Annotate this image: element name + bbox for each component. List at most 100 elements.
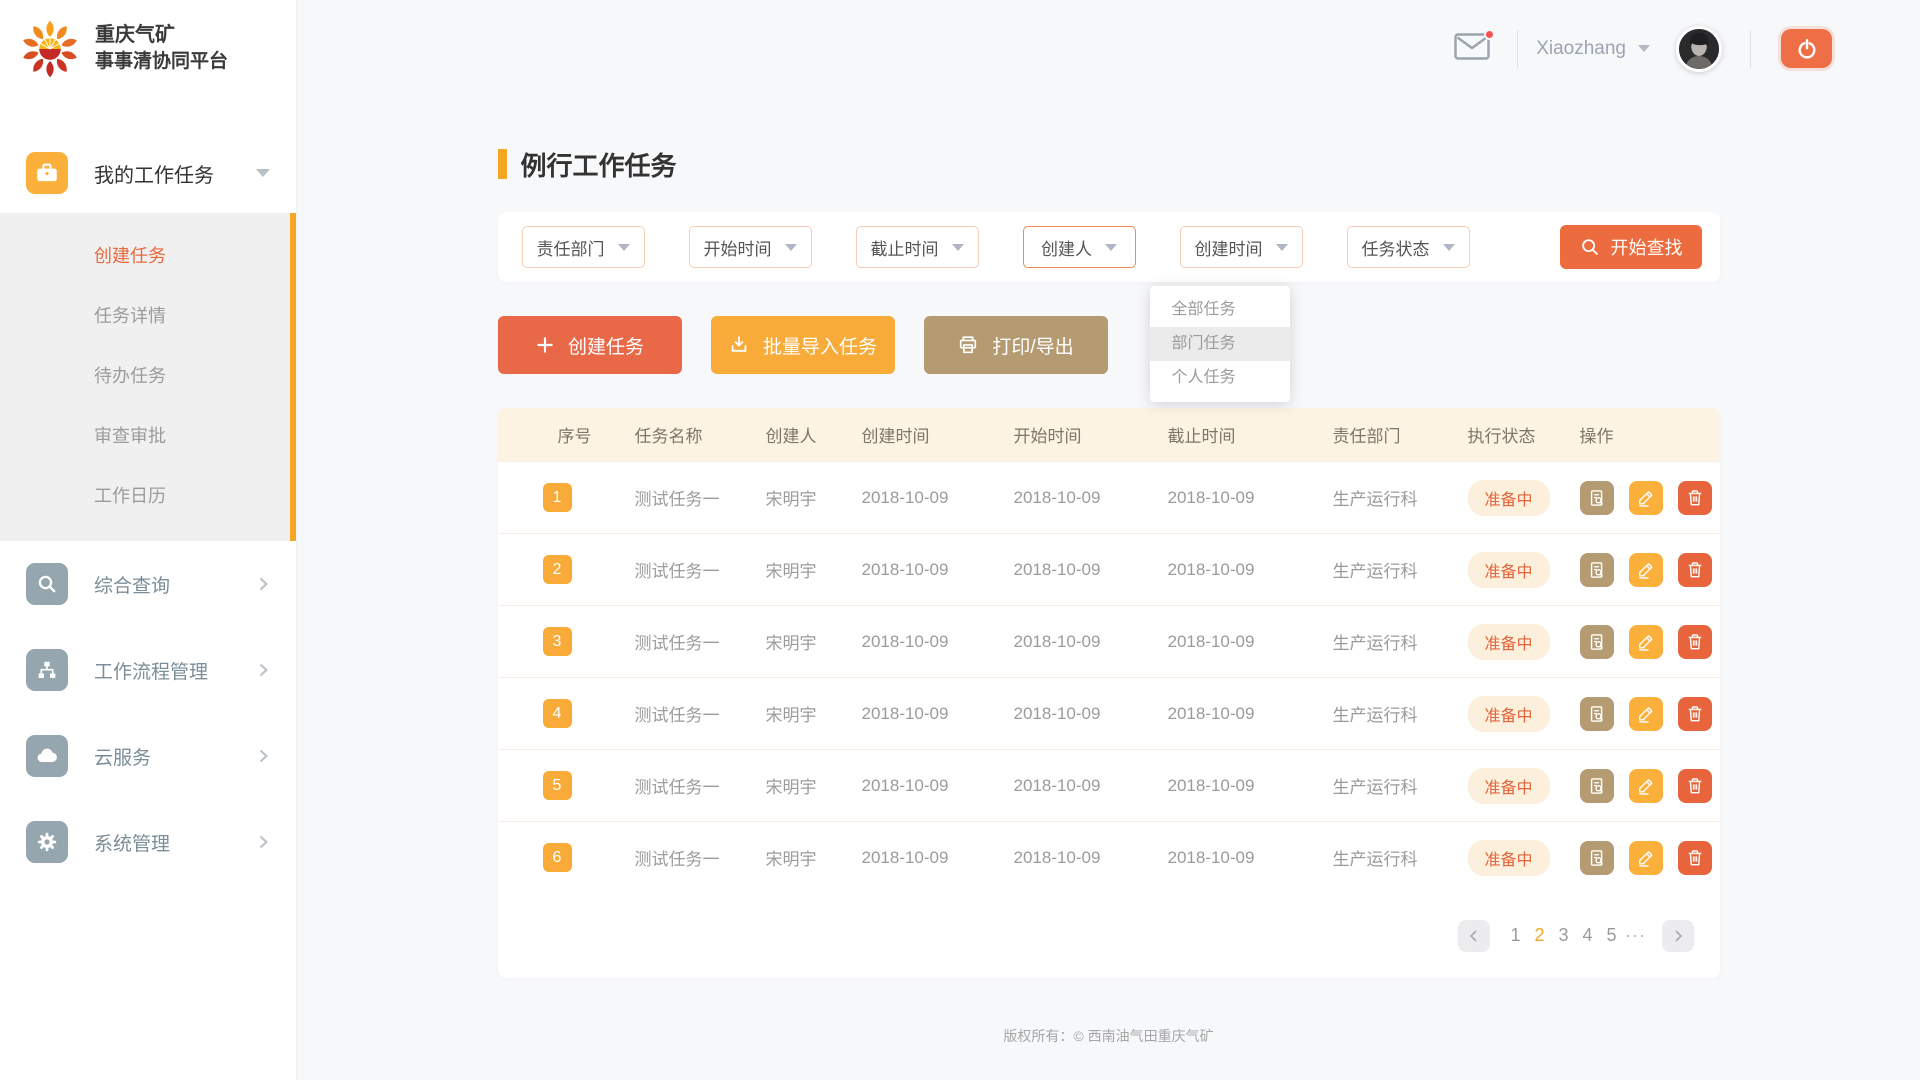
table-row: 6 测试任务一 宋明宇 2018-10-09 2018-10-09 2018-1… [498,821,1720,893]
title-accent-bar [498,149,507,179]
task-created-time: 2018-10-09 [862,560,1014,580]
create-task-button[interactable]: 创建任务 [498,316,682,374]
trash-icon [1685,848,1705,868]
logout-button[interactable] [1781,29,1832,68]
task-end-time: 2018-10-09 [1168,488,1333,508]
topbar-divider [1517,30,1518,68]
chevron-down-icon [785,244,797,251]
delete-task-button[interactable] [1678,553,1712,587]
batch-import-button[interactable]: 批量导入任务 [711,316,895,374]
chevron-down-icon [256,169,270,177]
edit-task-button[interactable] [1629,769,1663,803]
power-icon [1795,37,1819,61]
edit-task-button[interactable] [1629,841,1663,875]
filter-dropdown-start-time[interactable]: 开始时间 [689,226,812,268]
task-created-time: 2018-10-09 [862,776,1014,796]
edit-task-button[interactable] [1629,553,1663,587]
menu-option-all-tasks[interactable]: 全部任务 [1150,293,1290,327]
sidebar-item-system-management[interactable]: 系统管理 [0,799,296,885]
table-row: 1 测试任务一 宋明宇 2018-10-09 2018-10-09 2018-1… [498,461,1720,533]
page-number-3[interactable]: 3 [1552,925,1576,946]
avatar[interactable] [1676,26,1722,72]
task-start-time: 2018-10-09 [1014,488,1168,508]
sidebar-item-review-approval[interactable]: 审查审批 [0,405,290,465]
plus-icon [535,335,555,355]
task-end-time: 2018-10-09 [1168,848,1333,868]
view-task-button[interactable] [1580,481,1614,515]
page-number-4[interactable]: 4 [1576,925,1600,946]
row-number-badge: 2 [543,555,572,584]
table-row: 4 测试任务一 宋明宇 2018-10-09 2018-10-09 2018-1… [498,677,1720,749]
sidebar-item-create-task[interactable]: 创建任务 [0,225,290,285]
chevron-down-icon [618,244,630,251]
chevron-down-icon [1443,244,1455,251]
col-header: 操作 [1580,422,1720,447]
page-number-5[interactable]: 5 [1600,925,1624,946]
row-number-badge: 6 [543,843,572,872]
company-logo-icon [20,19,80,79]
sidebar-group-label: 综合查询 [94,571,170,598]
delete-task-button[interactable] [1678,625,1712,659]
topbar-divider [1750,30,1751,68]
row-number-badge: 3 [543,627,572,656]
filter-dropdown-end-time[interactable]: 截止时间 [856,226,979,268]
page-number-2-current[interactable]: 2 [1528,925,1552,946]
task-name: 测试任务一 [635,701,766,726]
page-number-1[interactable]: 1 [1504,925,1528,946]
user-menu[interactable]: Xiaozhang [1536,38,1650,60]
chevron-down-icon [1276,244,1288,251]
sidebar-item-task-detail[interactable]: 任务详情 [0,285,290,345]
delete-task-button[interactable] [1678,481,1712,515]
sidebar-group-label: 系统管理 [94,829,170,856]
mail-button[interactable] [1454,33,1490,65]
filter-dropdown-responsible-dept[interactable]: 责任部门 [522,226,645,268]
delete-task-button[interactable] [1678,769,1712,803]
sidebar-item-label: 我的工作任务 [94,159,214,188]
briefcase-icon [26,152,68,194]
sidebar-item-cloud-services[interactable]: 云服务 [0,713,296,799]
topbar: Xiaozhang [297,0,1920,97]
prev-page-button[interactable] [1458,920,1490,952]
search-button-label: 开始查找 [1611,234,1683,260]
edit-task-button[interactable] [1629,481,1663,515]
task-end-time: 2018-10-09 [1168,560,1333,580]
next-page-button[interactable] [1662,920,1694,952]
pagination-ellipsis: ··· [1624,925,1648,946]
task-name: 测试任务一 [635,845,766,870]
view-task-button[interactable] [1580,553,1614,587]
task-start-time: 2018-10-09 [1014,632,1168,652]
sidebar-item-todo-task[interactable]: 待办任务 [0,345,290,405]
notification-dot [1484,29,1495,40]
sidebar-item-workflow-management[interactable]: 工作流程管理 [0,627,296,713]
search-button[interactable]: 开始查找 [1560,225,1702,269]
menu-option-dept-tasks[interactable]: 部门任务 [1150,327,1290,361]
col-header: 截止时间 [1168,422,1333,447]
trash-icon [1685,488,1705,508]
col-header: 任务名称 [635,422,766,447]
row-number-badge: 5 [543,771,572,800]
view-task-button[interactable] [1580,841,1614,875]
chevron-right-icon [254,575,272,593]
delete-task-button[interactable] [1678,841,1712,875]
brand-line2: 事事清协同平台 [95,49,228,76]
delete-task-button[interactable] [1678,697,1712,731]
menu-option-personal-tasks[interactable]: 个人任务 [1150,361,1290,395]
edit-task-button[interactable] [1629,697,1663,731]
filter-dropdown-task-status[interactable]: 任务状态 [1347,226,1470,268]
sidebar-item-comprehensive-query[interactable]: 综合查询 [0,541,296,627]
chevron-right-icon [254,661,272,679]
task-dept: 生产运行科 [1333,557,1468,582]
task-creator: 宋明宇 [766,701,862,726]
doc-search-icon [1587,776,1607,796]
task-creator: 宋明宇 [766,845,862,870]
view-task-button[interactable] [1580,625,1614,659]
edit-task-button[interactable] [1629,625,1663,659]
sidebar-item-my-tasks[interactable]: 我的工作任务 [0,133,296,213]
view-task-button[interactable] [1580,769,1614,803]
view-task-button[interactable] [1580,697,1614,731]
task-creator: 宋明宇 [766,557,862,582]
print-export-button[interactable]: 打印/导出 [924,316,1108,374]
filter-dropdown-creator[interactable]: 创建人 [1023,226,1136,268]
filter-dropdown-create-time[interactable]: 创建时间 [1180,226,1303,268]
sidebar-item-work-calendar[interactable]: 工作日历 [0,465,290,525]
